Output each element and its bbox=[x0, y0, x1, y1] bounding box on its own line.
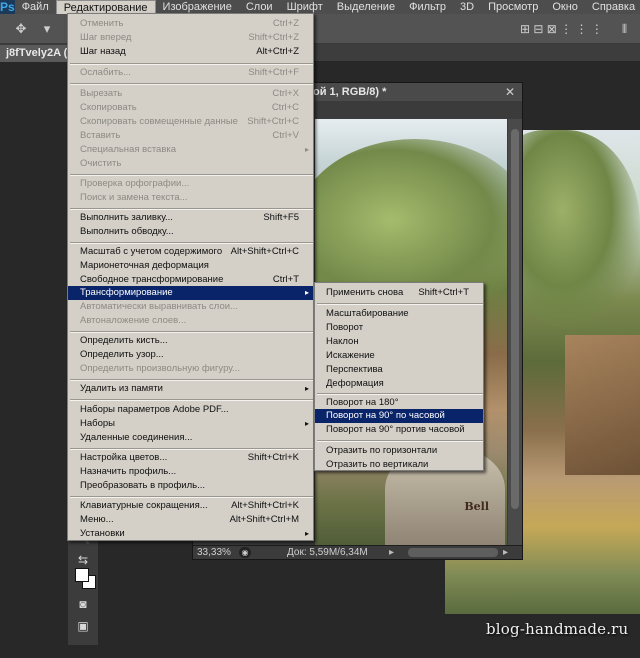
menu-separator bbox=[317, 303, 483, 305]
menu-item-copy-merged[interactable]: Скопировать совмещенные данные Shift+Ctrl… bbox=[68, 115, 313, 129]
document-size-info: Док: 5,59M/6,34M bbox=[287, 547, 368, 558]
menu-separator bbox=[70, 242, 313, 244]
distribute-icon[interactable]: ⫴ bbox=[622, 20, 627, 38]
menu-separator bbox=[70, 208, 313, 210]
menu-window[interactable]: Окно bbox=[545, 0, 585, 14]
menu-edit[interactable]: Редактирование bbox=[55, 0, 156, 14]
status-bar: 33,33% ◉ Док: 5,59M/6,34M ▸ ▸ bbox=[193, 545, 522, 559]
menu-item-stroke[interactable]: Выполнить обводку... bbox=[68, 225, 313, 239]
menu-filter[interactable]: Фильтр bbox=[402, 0, 453, 14]
menu-item-free-transform[interactable]: Свободное трансформирование Ctrl+T bbox=[68, 273, 313, 287]
menu-item-find-replace[interactable]: Поиск и замена текста... bbox=[68, 191, 313, 205]
menu-item-define-pattern[interactable]: Определить узор... bbox=[68, 348, 313, 362]
menu-help[interactable]: Справка bbox=[585, 0, 640, 14]
menu-item-define-custom-shape[interactable]: Определить произвольную фигуру... bbox=[68, 362, 313, 376]
align-icons[interactable]: ⊞ ⊟ ⊠ ⋮ ⋮ ⋮ bbox=[520, 20, 603, 38]
submenu-item-distort[interactable]: Искажение bbox=[315, 349, 483, 363]
menu-item-auto-blend-layers[interactable]: Автоналожение слоев... bbox=[68, 314, 313, 328]
tool-preset-dropdown-icon[interactable]: ▾ bbox=[36, 20, 58, 38]
menu-separator bbox=[70, 379, 313, 381]
photoshop-logo-icon: Ps bbox=[0, 0, 15, 14]
menu-item-puppet-warp[interactable]: Марионеточная деформация bbox=[68, 259, 313, 273]
menu-item-define-brush[interactable]: Определить кисть... bbox=[68, 334, 313, 348]
vertical-scroll-thumb[interactable] bbox=[511, 129, 519, 509]
watermark: blog-handmade.ru bbox=[486, 620, 629, 638]
menu-item-auto-align-layers[interactable]: Автоматически выравнивать слои... bbox=[68, 300, 313, 314]
submenu-item-again[interactable]: Применить снова Shift+Ctrl+T bbox=[315, 286, 483, 300]
menu-item-remote-connections[interactable]: Удаленные соединения... bbox=[68, 431, 313, 445]
submenu-item-flip-vertical[interactable]: Отразить по вертикали bbox=[315, 458, 483, 472]
submenu-item-perspective[interactable]: Перспектива bbox=[315, 363, 483, 377]
menu-file[interactable]: Файл bbox=[15, 0, 56, 14]
transform-submenu: Применить снова Shift+Ctrl+T Масштабирова… bbox=[314, 282, 484, 471]
edit-menu: Отменить Ctrl+Z Шаг вперед Shift+Ctrl+Z Ша… bbox=[67, 13, 314, 541]
menu-view[interactable]: Просмотр bbox=[481, 0, 545, 14]
submenu-item-rotate[interactable]: Поворот bbox=[315, 321, 483, 335]
menu-item-undo[interactable]: Отменить Ctrl+Z bbox=[68, 17, 313, 31]
screen-mode-icon[interactable]: ▣ bbox=[75, 619, 91, 633]
menu-item-assign-profile[interactable]: Назначить профиль... bbox=[68, 465, 313, 479]
menu-separator bbox=[70, 331, 313, 333]
menu-separator bbox=[70, 174, 313, 176]
submenu-item-scale[interactable]: Масштабирование bbox=[315, 307, 483, 321]
menu-separator bbox=[70, 496, 313, 498]
menu-separator bbox=[317, 440, 483, 442]
foreground-color-swatch[interactable] bbox=[75, 568, 89, 582]
menu-item-spell-check[interactable]: Проверка орфографии... bbox=[68, 177, 313, 191]
menu-item-convert-to-profile[interactable]: Преобразовать в профиль... bbox=[68, 479, 313, 493]
menu-item-content-aware-scale[interactable]: Масштаб с учетом содержимого Alt+Shift+Ct… bbox=[68, 245, 313, 259]
menu-item-fill[interactable]: Выполнить заливку... Shift+F5 bbox=[68, 211, 313, 225]
zoom-level[interactable]: 33,33% bbox=[197, 546, 231, 559]
menu-layers[interactable]: Слои bbox=[239, 0, 280, 14]
submenu-item-skew[interactable]: Наклон bbox=[315, 335, 483, 349]
menu-separator bbox=[317, 393, 483, 395]
submenu-item-warp[interactable]: Деформация bbox=[315, 377, 483, 391]
move-tool-icon[interactable]: ✥ bbox=[10, 20, 32, 38]
menu-separator bbox=[70, 83, 313, 85]
menu-3d[interactable]: 3D bbox=[453, 0, 481, 14]
vertical-scrollbar[interactable] bbox=[508, 119, 522, 549]
menu-item-step-backward[interactable]: Шаг назад Alt+Ctrl+Z bbox=[68, 45, 313, 59]
scroll-right-icon[interactable]: ▸ bbox=[503, 546, 508, 559]
horizontal-scroll-thumb[interactable] bbox=[408, 548, 498, 557]
menu-item-clear[interactable]: Очистить bbox=[68, 157, 313, 171]
menu-item-copy[interactable]: Скопировать Ctrl+C bbox=[68, 101, 313, 115]
menu-item-preferences[interactable]: Установки ▸ bbox=[68, 527, 313, 541]
menu-separator bbox=[70, 448, 313, 450]
menu-item-keyboard-shortcuts[interactable]: Клавиатурные сокращения... Alt+Shift+Ctrl… bbox=[68, 499, 313, 513]
submenu-item-flip-horizontal[interactable]: Отразить по горизонтали bbox=[315, 444, 483, 458]
menu-item-color-settings[interactable]: Настройка цветов... Shift+Ctrl+K bbox=[68, 451, 313, 465]
menu-item-menus[interactable]: Меню... Alt+Shift+Ctrl+M bbox=[68, 513, 313, 527]
swap-colors-icon[interactable]: ⇆ bbox=[75, 553, 91, 567]
menu-item-fade[interactable]: Ослабить... Shift+Ctrl+F bbox=[68, 66, 313, 80]
menu-bar: Ps Файл Редактирование Изображение Слои … bbox=[0, 0, 640, 14]
painting-signature: Bell bbox=[464, 500, 489, 513]
menu-separator bbox=[70, 399, 313, 401]
menu-item-cut[interactable]: Вырезать Ctrl+X bbox=[68, 87, 313, 101]
menu-item-adobe-pdf-presets[interactable]: Наборы параметров Adobe PDF... bbox=[68, 403, 313, 417]
menu-item-transform[interactable]: Трансформирование ▸ bbox=[68, 286, 313, 300]
menu-image[interactable]: Изображение bbox=[156, 0, 239, 14]
close-icon[interactable]: ✕ bbox=[503, 85, 517, 99]
status-menu-icon[interactable]: ◉ bbox=[239, 547, 251, 558]
menu-item-presets[interactable]: Наборы ▸ bbox=[68, 417, 313, 431]
submenu-item-rotate-90-ccw[interactable]: Поворот на 90° против часовой bbox=[315, 423, 483, 437]
menu-separator bbox=[70, 63, 313, 65]
menu-type[interactable]: Шрифт bbox=[280, 0, 330, 14]
menu-item-paste-special[interactable]: Специальная вставка ▸ bbox=[68, 143, 313, 157]
quick-mask-icon[interactable]: ◙ bbox=[75, 597, 91, 611]
painting-cottage bbox=[565, 335, 640, 475]
menu-item-paste[interactable]: Вставить Ctrl+V bbox=[68, 129, 313, 143]
menu-select[interactable]: Выделение bbox=[330, 0, 402, 14]
submenu-item-rotate-180[interactable]: Поворот на 180° bbox=[315, 396, 483, 410]
status-arrow-icon[interactable]: ▸ bbox=[389, 546, 394, 559]
menu-item-purge[interactable]: Удалить из памяти ▸ bbox=[68, 382, 313, 396]
menu-item-step-forward[interactable]: Шаг вперед Shift+Ctrl+Z bbox=[68, 31, 313, 45]
submenu-item-rotate-90-cw[interactable]: Поворот на 90° по часовой bbox=[315, 409, 483, 423]
